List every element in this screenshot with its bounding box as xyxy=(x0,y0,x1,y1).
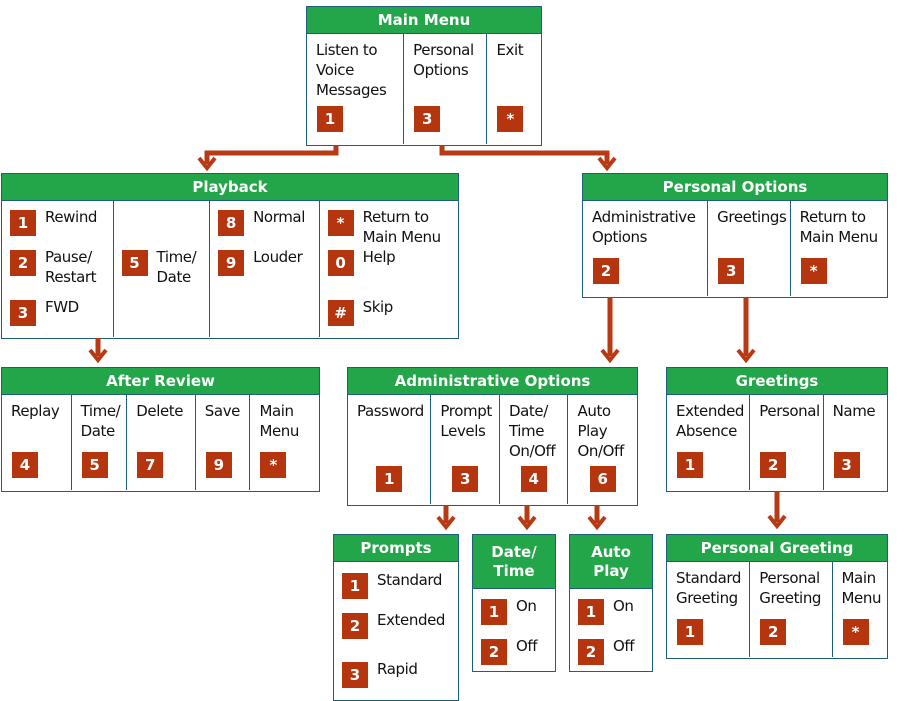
arrow-main-to-playback xyxy=(204,145,339,164)
connector-arrows xyxy=(88,145,787,531)
arrow-main-to-personal-options xyxy=(439,145,610,164)
